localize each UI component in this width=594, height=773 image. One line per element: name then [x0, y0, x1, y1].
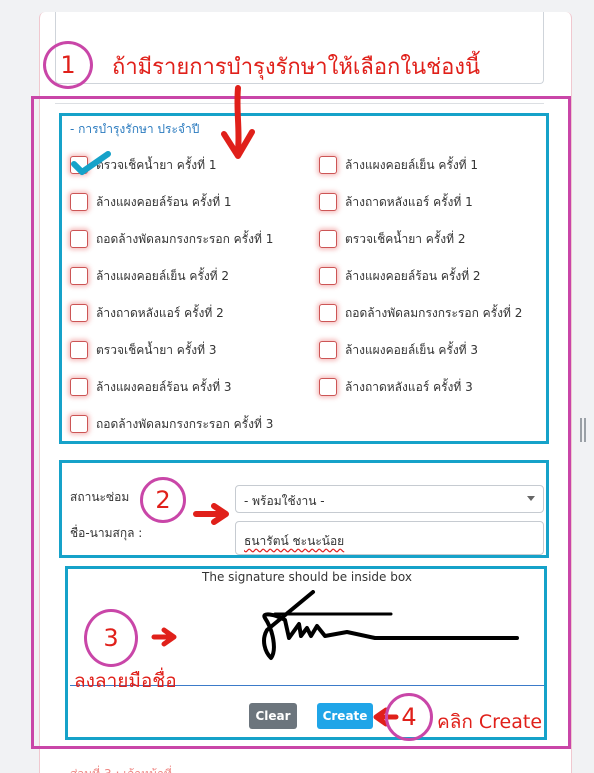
checkbox-label: ถอดล้างพัดลมกรงกระรอก ครั้งที่ 3	[96, 416, 274, 431]
checkmark-icon	[71, 151, 111, 175]
checkbox[interactable]	[319, 193, 337, 211]
checkbox[interactable]	[319, 230, 337, 248]
chevron-down-icon	[527, 496, 535, 501]
maintenance-checkbox-item[interactable]: ถอดล้างพัดลมกรงกระรอก ครั้งที่ 1	[70, 229, 273, 249]
signature-note: The signature should be inside box	[202, 570, 412, 584]
checkbox[interactable]	[319, 267, 337, 285]
checkbox-label: ล้างแผงคอยล์เย็น ครั้งที่ 1	[345, 157, 479, 172]
step-1-number: 1	[60, 51, 76, 79]
checkbox[interactable]	[319, 378, 337, 396]
maintenance-title: - การบำรุงรักษา ประจำปี	[70, 122, 200, 136]
name-input[interactable]: ธนารัตน์ ชะนะน้อย	[235, 521, 544, 555]
maintenance-checkbox-item[interactable]: ล้างถาดหลังแอร์ ครั้งที่ 2	[70, 303, 224, 323]
next-section-heading: ส่วนที่ 3 : เจ้าหน้าที่	[70, 765, 172, 773]
checkbox-label: ล้างแผงคอยล์ร้อน ครั้งที่ 3	[96, 379, 232, 394]
checkbox-label: ล้างถาดหลังแอร์ ครั้งที่ 3	[345, 379, 473, 394]
step-4-instruction: คลิก Create	[437, 711, 543, 733]
checkbox-label: ตรวจเช็คน้ำยา ครั้งที่ 2	[345, 231, 466, 246]
checkbox-label: ถอดล้างพัดลมกรงกระรอก ครั้งที่ 1	[96, 231, 274, 246]
checkbox-label: ถอดล้างพัดลมกรงกระรอก ครั้งที่ 2	[345, 305, 523, 320]
maintenance-checkbox-item[interactable]: ล้างแผงคอยล์ร้อน ครั้งที่ 2	[319, 266, 481, 286]
maintenance-checkbox-item[interactable]: ล้างแผงคอยล์เย็น ครั้งที่ 2	[70, 266, 229, 286]
checkbox-label: ตรวจเช็คน้ำยา ครั้งที่ 1	[96, 157, 217, 172]
maintenance-checkbox-item[interactable]: ถอดล้างพัดลมกรงกระรอก ครั้งที่ 2	[319, 303, 522, 323]
arrow-down-icon	[221, 85, 255, 159]
checkbox[interactable]	[319, 304, 337, 322]
maintenance-checkbox-item[interactable]: ล้างแผงคอยล์เย็น ครั้งที่ 1	[319, 155, 478, 175]
resize-handle[interactable]	[580, 418, 586, 442]
checkbox[interactable]	[319, 156, 337, 174]
maintenance-checkbox-item[interactable]: ตรวจเช็คน้ำยา ครั้งที่ 3	[70, 340, 217, 360]
checkbox-label: ตรวจเช็คน้ำยา ครั้งที่ 3	[96, 342, 217, 357]
step-3-number: 3	[103, 624, 119, 652]
checkbox[interactable]	[70, 378, 88, 396]
checkbox-label: ล้างถาดหลังแอร์ ครั้งที่ 2	[96, 305, 224, 320]
maintenance-checkbox-item[interactable]: ล้างแผงคอยล์เย็น ครั้งที่ 3	[319, 340, 478, 360]
status-label: สถานะซ่อม	[70, 490, 130, 504]
step-4-marker: 4	[385, 693, 433, 741]
step-3-marker: 3	[84, 609, 138, 667]
checkbox-label: ล้างแผงคอยล์ร้อน ครั้งที่ 2	[345, 268, 481, 283]
step-2-marker: 2	[140, 477, 186, 523]
checkbox[interactable]	[70, 193, 88, 211]
checkbox[interactable]	[319, 341, 337, 359]
step-1-instruction: ถ้ามีรายการบำรุงรักษาให้เลือกในช่องนี้	[112, 55, 481, 80]
checkbox[interactable]	[70, 304, 88, 322]
status-select[interactable]: - พร้อมใช้งาน -	[235, 485, 544, 513]
clear-button[interactable]: Clear	[249, 703, 297, 729]
checkbox[interactable]	[70, 341, 88, 359]
checkbox-label: ล้างถาดหลังแอร์ ครั้งที่ 1	[345, 194, 473, 209]
checkbox-label: ล้างแผงคอยล์เย็น ครั้งที่ 2	[96, 268, 230, 283]
signature-pad[interactable]	[255, 590, 525, 662]
maintenance-checkbox-item[interactable]: ล้างถาดหลังแอร์ ครั้งที่ 3	[319, 377, 473, 397]
step-4-number: 4	[401, 703, 417, 731]
maintenance-checkbox-item[interactable]: ตรวจเช็คน้ำยา ครั้งที่ 2	[319, 229, 466, 249]
step-1-marker: 1	[43, 41, 93, 89]
checkbox[interactable]	[70, 230, 88, 248]
status-select-value: - พร้อมใช้งาน -	[244, 494, 325, 508]
step-2-number: 2	[155, 486, 171, 514]
name-label: ชื่อ-นามสกุล :	[70, 526, 143, 540]
checkbox-label: ล้างแผงคอยล์ร้อน ครั้งที่ 1	[96, 194, 232, 209]
checkbox[interactable]	[70, 267, 88, 285]
checkbox[interactable]	[70, 415, 88, 433]
maintenance-checkbox-item[interactable]: ล้างถาดหลังแอร์ ครั้งที่ 1	[319, 192, 473, 212]
step-3-instruction: ลงลายมือชื่อ	[74, 670, 177, 692]
maintenance-checkbox-item[interactable]: ล้างแผงคอยล์ร้อน ครั้งที่ 3	[70, 377, 232, 397]
maintenance-checkbox-item[interactable]: ล้างแผงคอยล์ร้อน ครั้งที่ 1	[70, 192, 232, 212]
checkbox-label: ล้างแผงคอยล์เย็น ครั้งที่ 3	[345, 342, 479, 357]
arrow-right-icon	[151, 627, 177, 647]
create-button[interactable]: Create	[317, 703, 373, 729]
maintenance-checkbox-item[interactable]: ถอดล้างพัดลมกรงกระรอก ครั้งที่ 3	[70, 414, 273, 434]
arrow-right-icon	[193, 503, 229, 525]
